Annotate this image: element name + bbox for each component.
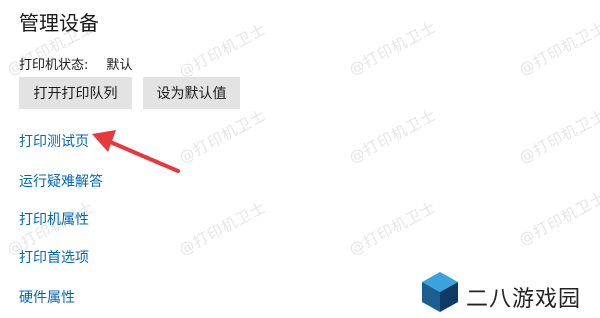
printer-status: 打印机状态: 默认 bbox=[19, 54, 132, 73]
watermark: @打印机卫士 bbox=[176, 19, 270, 81]
printer-status-label: 打印机状态: bbox=[19, 58, 89, 73]
watermark: @打印机卫士 bbox=[176, 197, 270, 259]
watermark: @打印机卫士 bbox=[176, 105, 270, 167]
open-print-queue-button[interactable]: 打开打印队列 bbox=[19, 77, 132, 109]
printer-status-value: 默认 bbox=[106, 58, 133, 73]
page-title: 管理设备 bbox=[19, 11, 99, 35]
watermark: @打印机卫士 bbox=[346, 105, 440, 167]
watermark: @打印机卫士 bbox=[516, 105, 600, 167]
watermark: @打印机卫士 bbox=[516, 17, 600, 79]
watermark: @打印机卫士 bbox=[346, 197, 440, 259]
watermark: @打印机卫士 bbox=[516, 187, 600, 249]
site-logo-text: 二八游戏园 bbox=[466, 287, 582, 312]
watermark: @打印机卫士 bbox=[346, 17, 440, 79]
page: @打印机卫士 @打印机卫士 @打印机卫士 @打印机卫士 @打印机卫士 @打印机卫… bbox=[0, 0, 600, 318]
printer-properties-link[interactable]: 打印机属性 bbox=[19, 209, 89, 229]
cube-logo-icon bbox=[422, 272, 458, 312]
hardware-properties-link[interactable]: 硬件属性 bbox=[19, 287, 75, 307]
print-test-page-link[interactable]: 打印测试页 bbox=[19, 131, 89, 151]
set-default-button[interactable]: 设为默认值 bbox=[143, 77, 240, 109]
printing-preferences-link[interactable]: 打印首选项 bbox=[19, 247, 89, 267]
red-arrow-icon bbox=[92, 130, 180, 173]
